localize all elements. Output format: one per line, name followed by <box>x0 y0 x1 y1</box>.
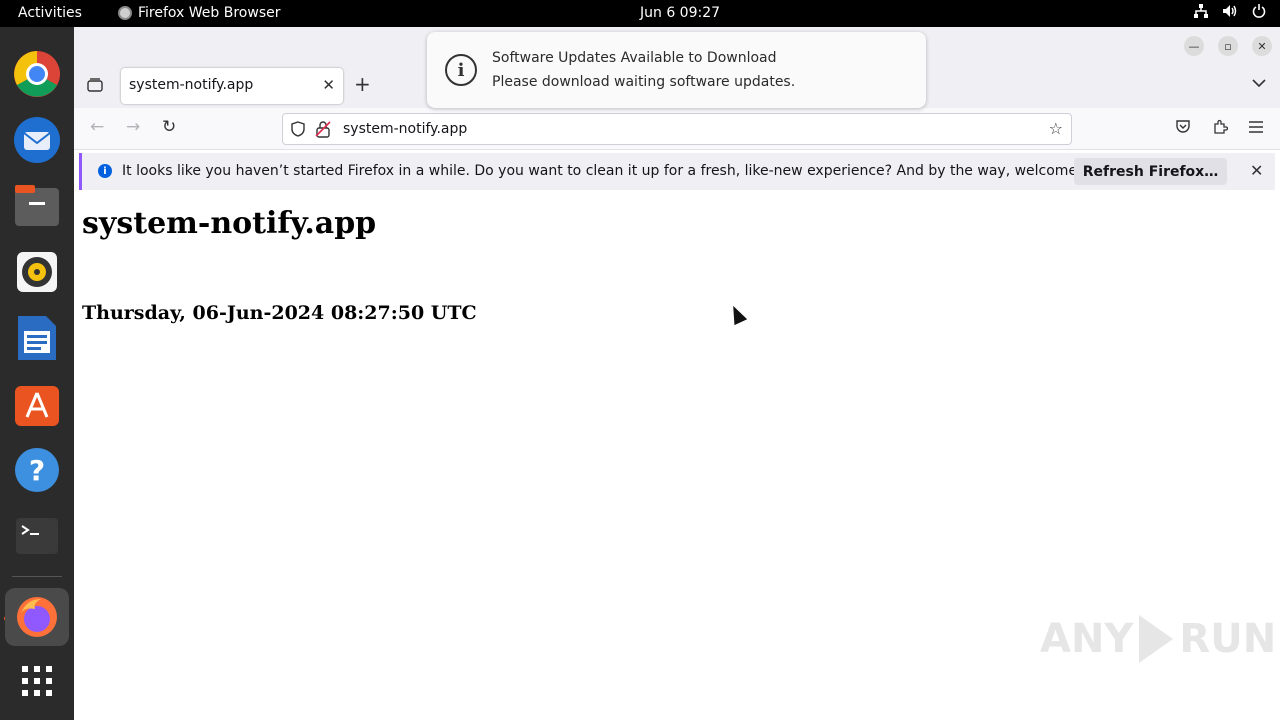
show-apps-icon[interactable] <box>12 656 62 706</box>
tracking-shield-icon[interactable] <box>291 121 305 141</box>
notification-body: Please download waiting software updates… <box>492 74 796 90</box>
refresh-notification-bar: i It looks like you haven’t started Fire… <box>79 153 1275 190</box>
hamburger-menu-icon[interactable] <box>1248 119 1264 138</box>
reload-icon[interactable]: ↻ <box>162 119 176 136</box>
maximize-button[interactable]: ▫ <box>1218 36 1238 56</box>
watermark-text-left: ANY <box>1040 616 1134 662</box>
tab-title: system-notify.app <box>129 77 254 93</box>
notification-info-icon: i <box>445 54 477 86</box>
infobar-close-icon[interactable]: ✕ <box>1250 161 1263 180</box>
top-bar: Activities Firefox Web Browser Jun 6 09:… <box>0 0 1280 27</box>
app-name: Firefox Web Browser <box>138 5 281 21</box>
tab-close-icon[interactable]: ✕ <box>322 76 335 94</box>
system-notification[interactable]: i Software Updates Available to Download… <box>427 32 926 108</box>
files-icon[interactable] <box>12 181 62 231</box>
info-icon: i <box>98 164 112 178</box>
tab-active[interactable]: system-notify.app ✕ <box>121 68 343 104</box>
writer-icon[interactable] <box>12 313 62 363</box>
new-tab-button[interactable]: + <box>354 74 371 94</box>
rhythmbox-icon[interactable] <box>12 247 62 297</box>
svg-text:?: ? <box>29 454 45 487</box>
back-arrow-icon[interactable]: ← <box>90 119 104 136</box>
system-tray[interactable] <box>1194 4 1266 22</box>
url-text[interactable]: system-notify.app <box>343 121 467 137</box>
app-menu[interactable]: Firefox Web Browser <box>118 5 281 21</box>
notification-title: Software Updates Available to Download <box>492 50 777 66</box>
thunderbird-icon[interactable] <box>12 115 62 165</box>
navigation-bar: ← → ↻ system-notify.app ☆ <box>74 108 1280 150</box>
dock: ? <box>0 27 74 720</box>
dock-separator <box>12 576 62 577</box>
anyrun-watermark: ANY RUN <box>1040 608 1276 670</box>
power-icon[interactable] <box>1252 4 1266 22</box>
list-all-tabs-chevron-icon[interactable] <box>1252 76 1266 92</box>
pocket-icon[interactable] <box>1175 119 1191 139</box>
network-icon[interactable] <box>1194 4 1208 22</box>
url-bar[interactable]: system-notify.app ☆ <box>282 113 1072 145</box>
firefox-icon[interactable] <box>5 588 69 646</box>
app-center-icon[interactable] <box>12 379 62 429</box>
refresh-firefox-button[interactable]: Refresh Firefox… <box>1074 158 1227 185</box>
activities-button[interactable]: Activities <box>18 5 82 21</box>
volume-icon[interactable] <box>1222 4 1238 22</box>
terminal-icon[interactable] <box>12 511 62 561</box>
page-heading: system-notify.app <box>82 206 377 241</box>
chrome-icon[interactable] <box>12 49 62 99</box>
help-icon[interactable]: ? <box>12 445 62 495</box>
infobar-message: It looks like you haven’t started Firefo… <box>122 163 1121 179</box>
forward-arrow-icon[interactable]: → <box>126 119 140 136</box>
page-datetime: Thursday, 06-Jun-2024 08:27:50 UTC <box>82 302 477 324</box>
watermark-text-right: RUN <box>1179 616 1277 662</box>
watermark-play-icon <box>1139 615 1174 663</box>
bookmark-star-icon[interactable]: ☆ <box>1049 119 1063 138</box>
close-window-button[interactable]: ✕ <box>1252 36 1272 56</box>
extensions-icon[interactable] <box>1212 119 1229 139</box>
clock[interactable]: Jun 6 09:27 <box>640 5 720 21</box>
firefox-view-button[interactable] <box>82 72 108 98</box>
insecure-lock-icon[interactable] <box>315 120 331 142</box>
firefox-small-icon <box>118 6 132 20</box>
minimize-button[interactable]: — <box>1184 36 1204 56</box>
